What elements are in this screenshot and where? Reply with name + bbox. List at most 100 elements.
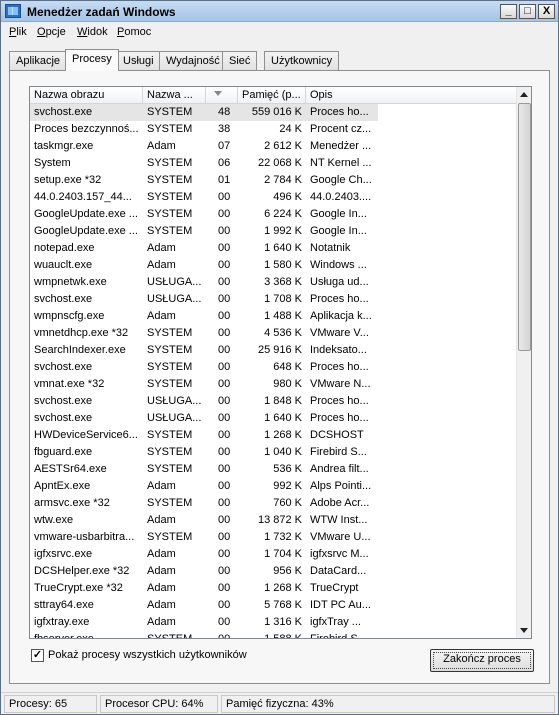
cell-memory: 648 K: [273, 361, 302, 373]
table-row[interactable]: taskmgr.exe Adam 07 2 612 K Menedżer ...: [30, 138, 516, 155]
table-row[interactable]: Proces bezczynnoś... SYSTEM 38 24 K Procent …: [30, 121, 516, 138]
cell-image-name: GoogleUpdate.exe ...: [34, 225, 138, 237]
cell-cpu: 00: [206, 631, 238, 638]
cell-memory: 1 268 K: [264, 582, 302, 594]
scroll-up-button[interactable]: [517, 87, 531, 102]
process-list[interactable]: Nazwa obrazu Nazwa ... Pamięć (p... Opis…: [29, 86, 532, 639]
column-header-memory[interactable]: Pamięć (p...: [238, 87, 306, 104]
table-row[interactable]: vmware-usbarbitra... SYSTEM 00 1 732 K VMwar…: [30, 529, 516, 546]
cell-image-name: 44.0.2403.157_44...: [34, 191, 132, 203]
vertical-scrollbar[interactable]: [516, 87, 531, 638]
tab-network[interactable]: Sieć: [222, 51, 258, 70]
menu-widok[interactable]: Widok: [77, 26, 108, 38]
table-row[interactable]: igfxsrvc.exe Adam 00 1 704 K igfxsrvc M...: [30, 546, 516, 563]
table-row[interactable]: ApntEx.exe Adam 00 992 K Alps Pointi...: [30, 478, 516, 495]
table-row[interactable]: svchost.exe USŁUGA... 00 1 640 K Proces ho..…: [30, 410, 516, 427]
cell-cpu: 00: [218, 361, 231, 373]
cell-user-name: SYSTEM: [147, 344, 193, 356]
table-row[interactable]: fbserver.exeSYSTEM001 588 KFirebird S...: [30, 631, 516, 638]
tab-processes[interactable]: Procesy: [65, 49, 119, 71]
end-process-button[interactable]: Zakończ proces: [430, 649, 534, 672]
task-manager-window: Menedżer zadań Windows _ □ X Plik Opcje …: [0, 0, 559, 715]
cell-image-name: vmnetdhcp.exe *32: [34, 327, 129, 339]
table-row[interactable]: notepad.exe Adam 00 1 640 K Notatnik: [30, 240, 516, 257]
menu-plik[interactable]: Plik: [9, 26, 27, 38]
cell-description: Proces ho...: [306, 104, 378, 121]
table-row[interactable]: AESTSr64.exe SYSTEM 00 536 K Andrea filt...: [30, 461, 516, 478]
tab-applications[interactable]: Aplikacje: [9, 51, 68, 70]
table-row[interactable]: DCSHelper.exe *32 Adam 00 956 K DataCard...: [30, 563, 516, 580]
table-row[interactable]: svchost.exe USŁUGA... 00 1 708 K Proces ho..…: [30, 291, 516, 308]
cell-cpu: 00: [218, 480, 231, 492]
cell-cpu: 00: [218, 208, 231, 220]
show-all-users-label[interactable]: Pokaż procesy wszystkich użytkowników: [48, 649, 247, 661]
table-row[interactable]: GoogleUpdate.exe ... SYSTEM 00 1 992 K Googl…: [30, 223, 516, 240]
cell-user-name: Adam: [147, 565, 176, 577]
column-header-user-name[interactable]: Nazwa ...: [143, 87, 206, 104]
title-bar[interactable]: Menedżer zadań Windows _ □ X: [1, 1, 558, 22]
table-row[interactable]: vmnetdhcp.exe *32 SYSTEM 00 4 536 K VMware V…: [30, 325, 516, 342]
column-header-cpu[interactable]: [206, 87, 238, 104]
table-row[interactable]: svchost.exe SYSTEM 00 648 K Proces ho...: [30, 359, 516, 376]
table-row[interactable]: wuauclt.exe Adam 00 1 580 K Windows ...: [30, 257, 516, 274]
table-row[interactable]: wmpnetwk.exe USŁUGA... 00 3 368 K Usługa ud.…: [30, 274, 516, 291]
table-row[interactable]: fbguard.exe SYSTEM 00 1 040 K Firebird S...: [30, 444, 516, 461]
scrollbar-thumb[interactable]: [518, 103, 531, 351]
table-row[interactable]: svchost.exe USŁUGA... 00 1 848 K Proces ho..…: [30, 393, 516, 410]
cell-cpu: 00: [218, 293, 231, 305]
menu-pomoc[interactable]: Pomoc: [117, 26, 151, 38]
cell-cpu: 48: [206, 104, 238, 121]
table-row[interactable]: HWDeviceService6... SYSTEM 00 1 268 K DCSHOS…: [30, 427, 516, 444]
column-header-image-name[interactable]: Nazwa obrazu: [30, 87, 143, 104]
status-processes: Procesy: 65: [4, 695, 97, 713]
table-row[interactable]: sttray64.exe Adam 00 5 768 K IDT PC Au...: [30, 597, 516, 614]
cell-user-name: USŁUGA...: [147, 276, 202, 288]
cell-user-name: SYSTEM: [147, 361, 193, 373]
column-header-description[interactable]: Opis: [306, 87, 516, 104]
cell-image-name: DCSHelper.exe *32: [34, 565, 130, 577]
cell-cpu: 00: [218, 310, 231, 322]
close-button[interactable]: X: [538, 4, 555, 19]
cell-user-name: SYSTEM: [147, 174, 193, 186]
cell-memory: 24 K: [279, 123, 302, 135]
table-row[interactable]: vmnat.exe *32 SYSTEM 00 980 K VMware N...: [30, 376, 516, 393]
cell-description: DataCard...: [310, 565, 367, 577]
cell-description: Notatnik: [310, 242, 351, 254]
cell-memory: 3 368 K: [264, 276, 302, 288]
scroll-down-button[interactable]: [517, 623, 531, 638]
cell-description: Windows ...: [310, 259, 367, 271]
show-all-users-checkbox[interactable]: ✓: [31, 649, 44, 662]
tab-performance[interactable]: Wydajność: [159, 51, 227, 70]
cell-description: Proces ho...: [310, 412, 369, 424]
cell-description: Aplikacja k...: [310, 310, 372, 322]
cell-image-name: igfxsrvc.exe: [34, 548, 93, 560]
menu-opcje[interactable]: Opcje: [37, 26, 66, 38]
table-row[interactable]: 44.0.2403.157_44... SYSTEM 00 496 K 44.0.240…: [30, 189, 516, 206]
cell-cpu: 00: [218, 531, 231, 543]
cell-memory: 1 640 K: [264, 412, 302, 424]
table-row[interactable]: SearchIndexer.exe SYSTEM 00 25 916 K Indeksa…: [30, 342, 516, 359]
cell-image-name: wuauclt.exe: [34, 259, 93, 271]
table-row[interactable]: System SYSTEM 06 22 068 K NT Kernel ...: [30, 155, 516, 172]
table-row[interactable]: wmpnscfg.exe Adam 00 1 488 K Aplikacja k...: [30, 308, 516, 325]
table-row[interactable]: igfxtray.exe Adam 00 1 316 K igfxTray ...: [30, 614, 516, 631]
cell-image-name: taskmgr.exe: [34, 140, 94, 152]
table-row[interactable]: GoogleUpdate.exe ... SYSTEM 00 6 224 K Googl…: [30, 206, 516, 223]
focus-rectangle: [433, 652, 531, 669]
cell-image-name: armsvc.exe *32: [34, 497, 110, 509]
cell-user-name: Adam: [147, 480, 176, 492]
table-row[interactable]: wtw.exe Adam 00 13 872 K WTW Inst...: [30, 512, 516, 529]
table-row[interactable]: svchost.exe SYSTEM 48 559 016 K Proces ho...: [30, 104, 516, 121]
table-row[interactable]: setup.exe *32 SYSTEM 01 2 784 K Google Ch...: [30, 172, 516, 189]
table-row[interactable]: TrueCrypt.exe *32 Adam 00 1 268 K TrueCrypt: [30, 580, 516, 597]
cell-image-name: svchost.exe: [34, 412, 93, 424]
cell-description: Proces ho...: [310, 361, 369, 373]
tab-users[interactable]: Użytkownicy: [264, 51, 340, 70]
cell-cpu: 00: [218, 191, 231, 203]
table-row[interactable]: armsvc.exe *32 SYSTEM 00 760 K Adobe Acr...: [30, 495, 516, 512]
window-title: Menedżer zadań Windows: [27, 5, 176, 19]
maximize-button[interactable]: □: [519, 4, 536, 19]
tab-services[interactable]: Usługi: [116, 51, 161, 70]
minimize-button[interactable]: _: [500, 4, 517, 19]
cell-memory: 5 768 K: [264, 599, 302, 611]
